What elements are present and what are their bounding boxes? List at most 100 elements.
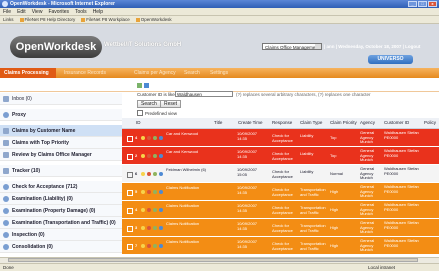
- row-title[interactable]: Claims Notification: [166, 221, 210, 227]
- sidebar-item-inspection[interactable]: Inspection (0): [0, 229, 122, 241]
- row-agency: General Agency Munich: [360, 184, 375, 198]
- row-checkbox[interactable]: [127, 226, 133, 232]
- sidebar-item-exam-property[interactable]: Examination (Property Damage) (0): [0, 205, 122, 217]
- note-icon[interactable]: [153, 136, 157, 140]
- sidebar-item-tracker[interactable]: Tracker (10): [0, 165, 122, 177]
- sidebar-item-check-acceptance[interactable]: Check for Acceptance (712): [0, 181, 122, 193]
- note-icon[interactable]: [153, 226, 157, 230]
- table-row[interactable]: 4 Car and Kenwood 10/09/2007 14:35 Check fo…: [122, 129, 439, 147]
- lock-icon[interactable]: [141, 190, 145, 194]
- row-title[interactable]: Claims Notification: [166, 203, 210, 209]
- sidebar-item-exam-transport[interactable]: Examination (Transportation and Traffic)…: [0, 217, 122, 229]
- menu-tools[interactable]: Tools: [75, 8, 87, 15]
- info-icon[interactable]: [159, 172, 163, 176]
- lock-icon[interactable]: [141, 154, 145, 158]
- sidebar-item-exam-liability[interactable]: Examination (Liability) (0): [0, 193, 122, 205]
- row-title[interactable]: Car and Kenwood: [166, 131, 210, 137]
- row-checkbox[interactable]: [127, 172, 133, 178]
- tab-settings[interactable]: Settings: [206, 68, 232, 78]
- tab-claims-processing[interactable]: Claims Processing: [0, 68, 56, 78]
- info-icon[interactable]: [159, 136, 163, 140]
- reset-button[interactable]: Reset: [160, 100, 182, 108]
- flag-icon[interactable]: [147, 208, 151, 212]
- flag-icon[interactable]: [147, 244, 151, 248]
- table-row[interactable]: 6 Feldman Wilhelmin (6) 10/09/2007 15:05 Ch…: [122, 165, 439, 183]
- col-id[interactable]: ID: [136, 118, 141, 128]
- lock-icon[interactable]: [141, 136, 145, 140]
- note-icon[interactable]: [153, 208, 157, 212]
- row-title[interactable]: Car and Kenwood: [166, 149, 210, 155]
- info-icon[interactable]: [159, 190, 163, 194]
- menu-file[interactable]: File: [3, 8, 11, 15]
- export-icon[interactable]: [144, 83, 149, 88]
- menu-help[interactable]: Help: [93, 8, 103, 15]
- col-title[interactable]: Title: [214, 118, 222, 128]
- sidebar-item-claims-by-customer[interactable]: Claims by Customer Name: [0, 125, 122, 137]
- customer-id-input[interactable]: Waldhausen: [175, 91, 233, 97]
- row-claim-priority: Top: [330, 135, 337, 140]
- row-title[interactable]: Claims Notification: [166, 185, 210, 191]
- row-checkbox[interactable]: [127, 154, 133, 160]
- menu-view[interactable]: View: [32, 8, 43, 15]
- menu-favorites[interactable]: Favorites: [48, 8, 69, 15]
- flag-icon[interactable]: [147, 226, 151, 230]
- close-button[interactable]: x: [428, 1, 437, 7]
- lock-icon[interactable]: [141, 226, 145, 230]
- info-icon[interactable]: [159, 244, 163, 248]
- note-icon[interactable]: [153, 190, 157, 194]
- row-checkbox[interactable]: [127, 136, 133, 142]
- note-icon[interactable]: [153, 244, 157, 248]
- col-customer-id[interactable]: Customer ID: [384, 118, 409, 128]
- lock-icon[interactable]: [141, 208, 145, 212]
- col-create-time[interactable]: Create Time: [238, 118, 263, 128]
- link-filenet-workplace[interactable]: FileNet P8 Workplace: [81, 16, 129, 23]
- maximize-button[interactable]: □: [418, 1, 427, 7]
- link-filenet-help[interactable]: FileNet P8 Help Directory: [20, 16, 76, 23]
- info-icon[interactable]: [159, 226, 163, 230]
- col-agency[interactable]: Agency: [360, 118, 375, 128]
- folder-icon: [3, 140, 9, 146]
- col-claim-priority[interactable]: Claim Priority: [330, 118, 357, 128]
- tab-insurance-records[interactable]: Insurance Records: [60, 68, 110, 78]
- search-button[interactable]: Search: [137, 100, 161, 108]
- note-icon[interactable]: [153, 172, 157, 176]
- lock-icon[interactable]: [141, 172, 145, 176]
- table-row[interactable]: 7 Claims Notification 10/09/2007 14:35 Chec…: [122, 237, 439, 255]
- flag-icon[interactable]: [147, 172, 151, 176]
- predefined-view-toggle[interactable]: Predefined view: [137, 110, 177, 116]
- col-claim-type[interactable]: Claim Type: [300, 118, 322, 128]
- sidebar-item-review-manager[interactable]: Review by Claims Office Manager: [0, 149, 122, 161]
- sidebar-item-proxy[interactable]: Proxy: [0, 109, 122, 121]
- note-icon[interactable]: [153, 154, 157, 158]
- predefined-view-checkbox[interactable]: [137, 110, 143, 116]
- lock-icon[interactable]: [141, 244, 145, 248]
- user-info-logout[interactable]: | ann | Wednesday, October 18, 2007 | Lo…: [324, 43, 420, 50]
- col-policy[interactable]: Policy: [424, 118, 436, 128]
- flag-icon[interactable]: [147, 190, 151, 194]
- table-row[interactable]: 2 Car and Kenwood 10/09/2007 14:35 Check fo…: [122, 147, 439, 165]
- minimize-button[interactable]: _: [408, 1, 417, 7]
- scrollbar-thumb[interactable]: [8, 258, 418, 262]
- context-select[interactable]: Claims Office Management: [262, 43, 322, 50]
- info-icon[interactable]: [159, 154, 163, 158]
- row-title[interactable]: Feldman Wilhelmin (6): [166, 167, 210, 173]
- info-icon[interactable]: [159, 208, 163, 212]
- sidebar-item-inbox[interactable]: Inbox (0): [0, 93, 122, 105]
- sidebar-item-top-priority[interactable]: Claims with Top Priority: [0, 137, 122, 149]
- row-checkbox[interactable]: [127, 190, 133, 196]
- row-checkbox[interactable]: [127, 244, 133, 250]
- sidebar-item-consolidation[interactable]: Consolidation (0): [0, 241, 122, 253]
- flag-icon[interactable]: [147, 154, 151, 158]
- row-checkbox[interactable]: [127, 208, 133, 214]
- link-openworkdesk[interactable]: OpenWorkdesk: [136, 16, 172, 23]
- flag-icon[interactable]: [147, 136, 151, 140]
- tab-claims-per-agency[interactable]: Claims per Agency: [130, 68, 180, 78]
- col-response[interactable]: Response: [272, 118, 292, 128]
- table-row[interactable]: 4 Claims Notification 10/09/2007 14:35 Chec…: [122, 201, 439, 219]
- table-row[interactable]: 5 Claims Notification 10/09/2007 14:35 Chec…: [122, 183, 439, 201]
- tab-search[interactable]: Search: [180, 68, 204, 78]
- row-title[interactable]: Claims Notification: [166, 239, 210, 245]
- table-row[interactable]: 3 Claims Notification 10/09/2007 14:35 Chec…: [122, 219, 439, 237]
- menu-edit[interactable]: Edit: [17, 8, 26, 15]
- refresh-icon[interactable]: [137, 83, 142, 88]
